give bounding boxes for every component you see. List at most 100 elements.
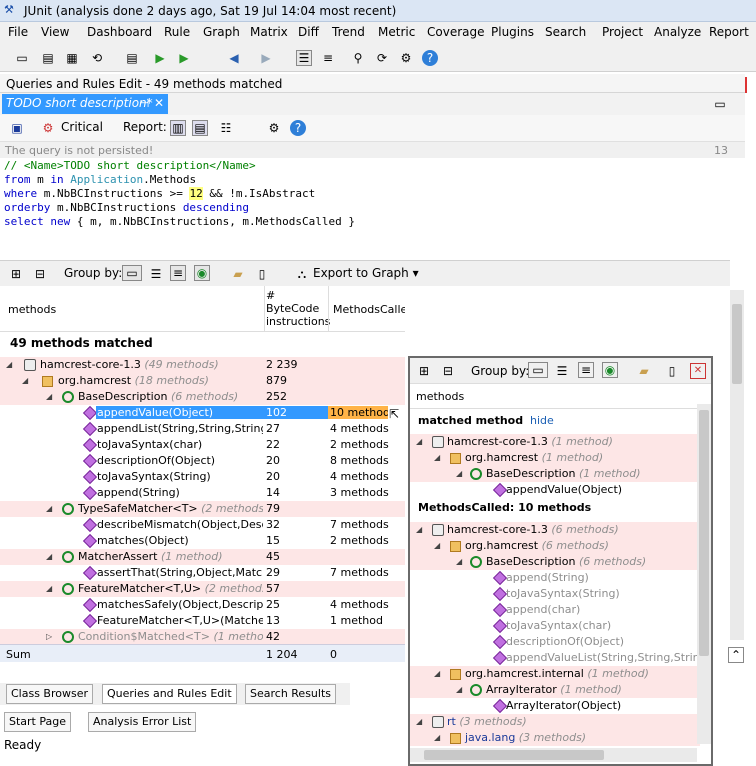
sync-icon[interactable]: ⟳ bbox=[374, 50, 390, 66]
critical-icon[interactable]: ⚙ bbox=[40, 120, 56, 136]
menu-trend[interactable]: Trend bbox=[332, 25, 365, 39]
list-item[interactable]: toJavaSyntax(char) bbox=[410, 618, 700, 634]
tab-class-browser[interactable]: Class Browser bbox=[6, 684, 94, 704]
popup-scrollbar-thumb[interactable] bbox=[699, 410, 709, 656]
list-item[interactable]: ◢ rt (3 methods) bbox=[410, 714, 700, 730]
col-header-methods[interactable]: methods bbox=[8, 303, 56, 316]
list-view-icon[interactable]: ≡ bbox=[320, 50, 336, 66]
popup-hscrollbar-thumb[interactable] bbox=[424, 750, 604, 760]
collapse-icon[interactable]: ◢ bbox=[434, 453, 440, 462]
table-row[interactable]: ◢ TypeSafeMatcher<T> (2 methods) 79 bbox=[0, 501, 405, 517]
help-icon[interactable]: ? bbox=[422, 50, 438, 66]
popup-close-icon[interactable]: ✕ bbox=[690, 363, 706, 379]
popup-scrollbar[interactable] bbox=[697, 404, 711, 744]
search-icon[interactable]: ⚲ bbox=[350, 50, 366, 66]
list-item[interactable]: ◢ hamcrest-core-1.3 (6 methods) bbox=[410, 522, 700, 538]
hide-link[interactable]: hide bbox=[530, 414, 554, 427]
collapse-icon[interactable]: ◢ bbox=[46, 584, 52, 593]
collapse-icon[interactable]: ◢ bbox=[416, 437, 422, 446]
collapse-all-icon[interactable]: ⊟ bbox=[32, 266, 48, 282]
new-query-icon[interactable]: ▭ bbox=[712, 96, 728, 112]
table-row[interactable]: ▷ Condition$Matched<T> (1 method)42 bbox=[0, 629, 405, 644]
report-chart-icon[interactable]: ▥ bbox=[170, 120, 186, 136]
collapse-icon[interactable]: ◢ bbox=[46, 552, 52, 561]
report-list-icon[interactable]: ☷ bbox=[218, 120, 234, 136]
list-item[interactable]: ◢ hamcrest-core-1.3 (1 method) bbox=[410, 434, 700, 450]
tab-queries-and-rules-edit[interactable]: Queries and Rules Edit bbox=[102, 684, 237, 704]
menu-matrix[interactable]: Matrix bbox=[250, 25, 288, 39]
group-type-icon[interactable]: ◉ bbox=[194, 265, 210, 281]
collapse-icon[interactable]: ◢ bbox=[416, 717, 422, 726]
collapse-icon[interactable]: ◢ bbox=[6, 360, 12, 369]
collapse-icon[interactable]: ◢ bbox=[22, 376, 28, 385]
table-row-selected[interactable]: appendValue(Object)10210 methods⇱ bbox=[0, 405, 405, 421]
collapse-icon[interactable]: ◢ bbox=[434, 541, 440, 550]
group-assembly-icon[interactable]: ▭ bbox=[122, 265, 142, 281]
table-row[interactable]: toJavaSyntax(String) 20 4 methods bbox=[0, 469, 405, 485]
table-row[interactable]: FeatureMatcher<T,U>(Matcher,St13 1 method bbox=[0, 613, 405, 629]
list-item[interactable]: appendValue(Object) bbox=[410, 482, 700, 498]
list-item[interactable]: ArrayIterator(Object) bbox=[410, 698, 700, 714]
popup-file-icon[interactable]: ▯ bbox=[664, 363, 680, 379]
popup-group-tree-icon[interactable]: ☰ bbox=[554, 363, 570, 379]
col-header-bytecode[interactable]: # ByteCode instructions bbox=[266, 289, 330, 328]
results-grid[interactable]: methods # ByteCode instructions MethodsC… bbox=[0, 286, 405, 644]
menu-view[interactable]: View bbox=[41, 25, 69, 39]
table-row[interactable]: append(String) 14 3 methods bbox=[0, 485, 405, 501]
menu-report[interactable]: Report bbox=[709, 25, 749, 39]
popup-header-methods[interactable]: methods bbox=[416, 390, 464, 403]
collapse-up-icon[interactable]: ⌃ bbox=[728, 647, 744, 663]
list-item[interactable]: append(String) bbox=[410, 570, 700, 586]
table-row[interactable]: matches(Object) 15 2 methods bbox=[0, 533, 405, 549]
open-icon[interactable]: ▤ bbox=[124, 50, 140, 66]
collapse-icon[interactable]: ◢ bbox=[456, 469, 462, 478]
list-item[interactable]: ◢ org.hamcrest (1 method) bbox=[410, 450, 700, 466]
popup-group-type-icon[interactable]: ◉ bbox=[602, 362, 618, 378]
menu-plugins[interactable]: Plugins bbox=[491, 25, 534, 39]
group-file-icon[interactable]: ▯ bbox=[254, 266, 270, 282]
menu-graph[interactable]: Graph bbox=[203, 25, 240, 39]
list-item[interactable]: ◢ org.hamcrest.internal (1 method) bbox=[410, 666, 700, 682]
open-project-icon[interactable]: ▤ bbox=[40, 50, 56, 66]
table-row[interactable]: describeMismatch(Object,Descrip32 7 metho… bbox=[0, 517, 405, 533]
refresh-icon[interactable]: ⟲ bbox=[89, 50, 105, 66]
query-settings-gear-icon[interactable]: ⚙ bbox=[266, 120, 282, 136]
graph-icon[interactable]: ⛬ bbox=[294, 266, 310, 282]
collapse-icon[interactable]: ◢ bbox=[434, 733, 440, 742]
col-header-methodscalled[interactable]: MethodsCalled bbox=[333, 303, 405, 316]
popup-collapse-icon[interactable]: ⊟ bbox=[440, 363, 456, 379]
menu-search[interactable]: Search bbox=[545, 25, 586, 39]
list-item[interactable]: ◢ ArrayIterator (1 method) bbox=[410, 682, 700, 698]
results-scrollbar[interactable] bbox=[730, 290, 744, 640]
list-item[interactable]: ◢ BaseDescription (1 method) bbox=[410, 466, 700, 482]
forward-icon[interactable]: ▶ bbox=[258, 50, 274, 66]
group-folder-icon[interactable]: ▰ bbox=[230, 266, 246, 282]
menu-diff[interactable]: Diff bbox=[298, 25, 319, 39]
table-row[interactable]: ◢ org.hamcrest (18 methods) 879 bbox=[0, 373, 405, 389]
menu-project[interactable]: Project bbox=[602, 25, 643, 39]
popup-expand-icon[interactable]: ⊞ bbox=[416, 363, 432, 379]
table-row[interactable]: appendList(String,String,String,Ite27 4 m… bbox=[0, 421, 405, 437]
list-item[interactable]: descriptionOf(Object) bbox=[410, 634, 700, 650]
popup-group-assembly-icon[interactable]: ▭ bbox=[528, 362, 548, 378]
collapse-icon[interactable]: ◢ bbox=[46, 392, 52, 401]
save-icon[interactable]: ▦ bbox=[64, 50, 80, 66]
query-help-icon[interactable]: ? bbox=[290, 120, 306, 136]
critical-button[interactable]: Critical bbox=[61, 120, 103, 134]
query-editor[interactable]: // <Name>TODO short description</Name> f… bbox=[0, 158, 745, 250]
collapse-icon[interactable]: ◢ bbox=[416, 525, 422, 534]
group-tree-icon[interactable]: ☰ bbox=[148, 266, 164, 282]
new-project-icon[interactable]: ▭ bbox=[14, 50, 30, 66]
menu-analyze[interactable]: Analyze bbox=[654, 25, 701, 39]
popup-group-list-icon[interactable]: ≡ bbox=[578, 362, 594, 378]
scrollbar-thumb[interactable] bbox=[732, 304, 742, 384]
expand-icon[interactable]: ▷ bbox=[46, 632, 52, 641]
save-query-icon[interactable]: ▣ bbox=[9, 120, 25, 136]
table-row[interactable]: descriptionOf(Object) 20 8 methods bbox=[0, 453, 405, 469]
tab-close-icon[interactable]: ✕ bbox=[154, 96, 164, 110]
collapse-icon[interactable]: ◢ bbox=[434, 669, 440, 678]
menu-rule[interactable]: Rule bbox=[164, 25, 190, 39]
tab-todo-short-description[interactable]: TODO short description* ⊣ ✕ bbox=[2, 94, 168, 114]
expand-all-icon[interactable]: ⊞ bbox=[8, 266, 24, 282]
menu-coverage[interactable]: Coverage bbox=[427, 25, 485, 39]
